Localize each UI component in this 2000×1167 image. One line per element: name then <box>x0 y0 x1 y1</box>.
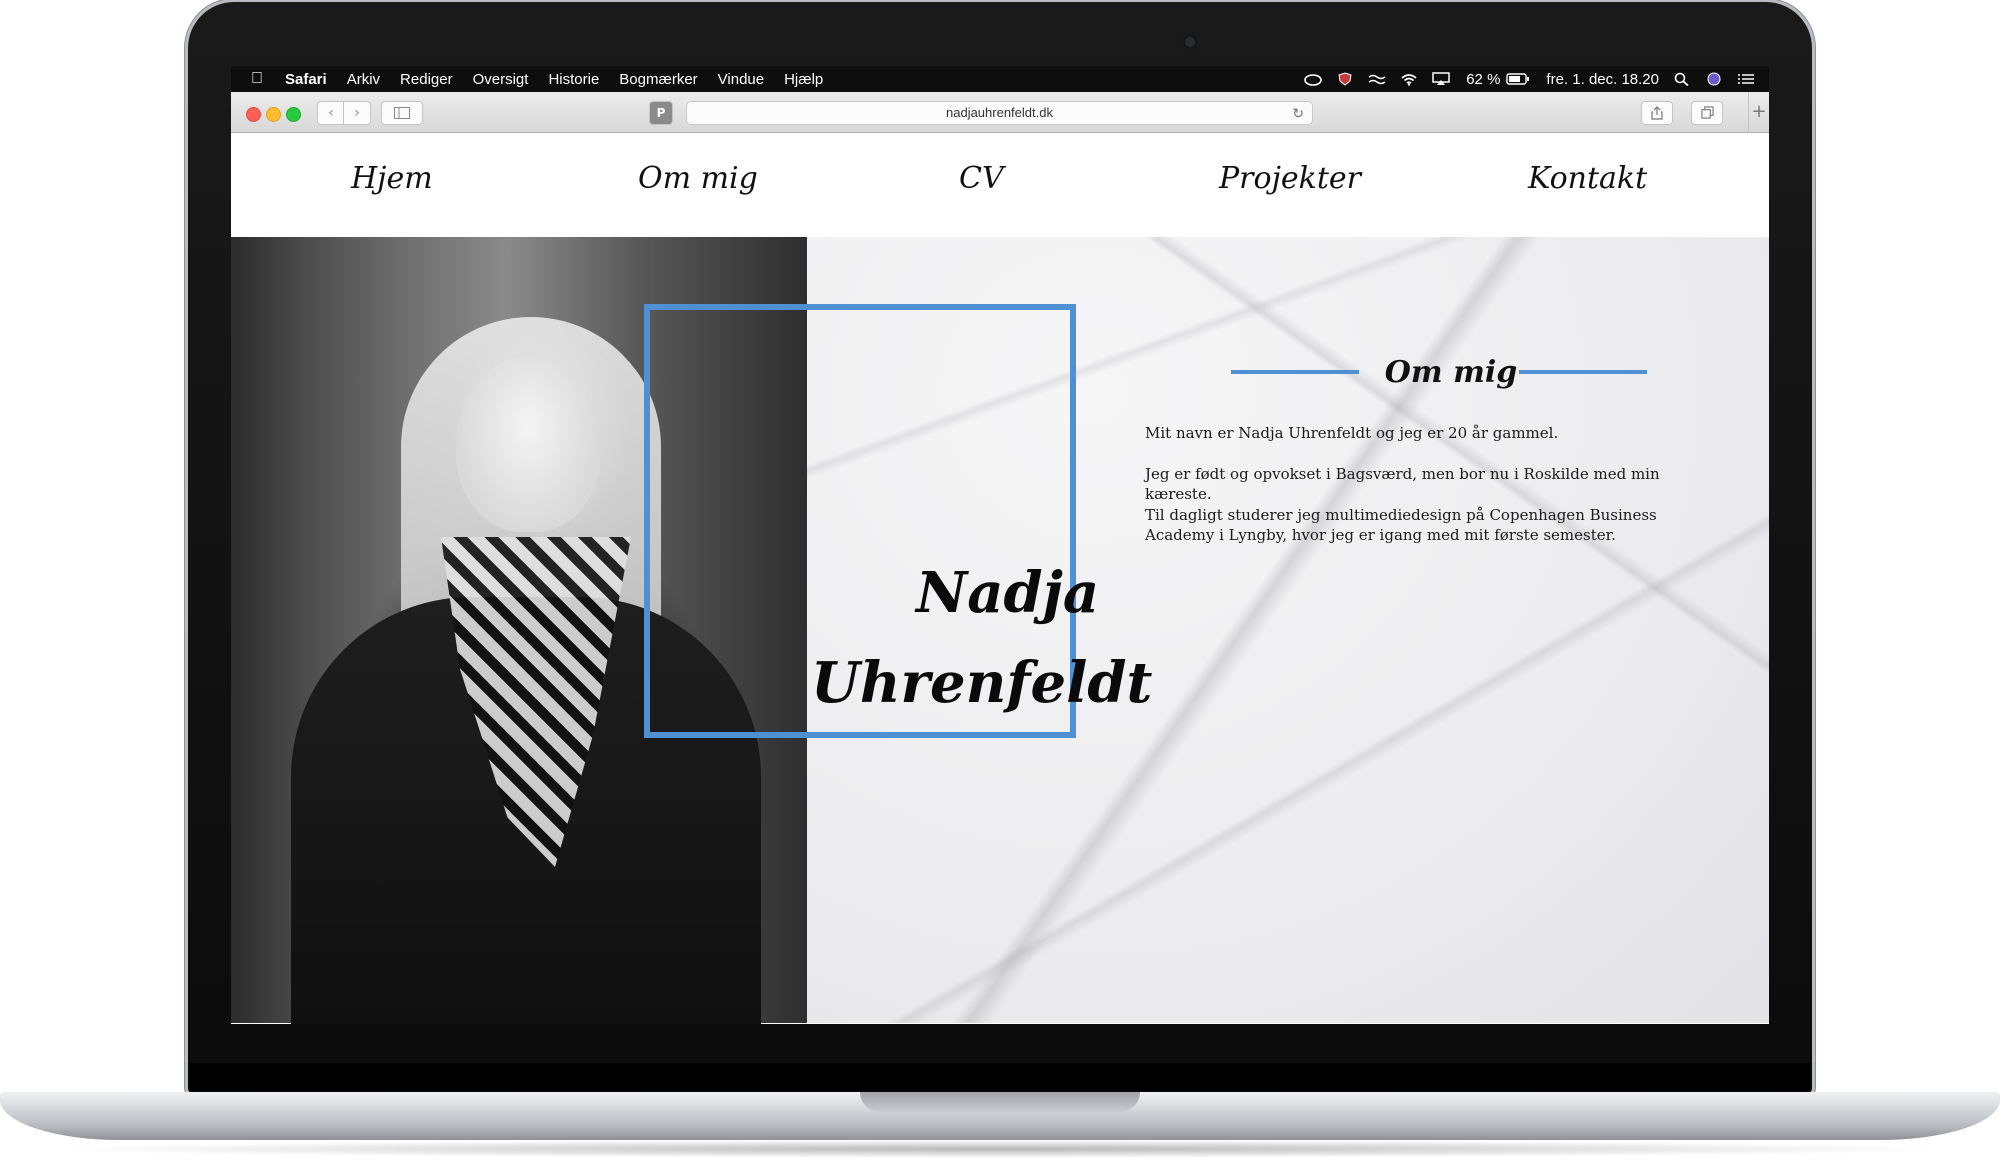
site-nav: Hjem Om mig CV Projekter Kontakt <box>231 133 1769 237</box>
share-icon <box>1651 106 1663 120</box>
battery-icon[interactable] <box>1506 72 1530 86</box>
fullscreen-window-button[interactable] <box>286 107 301 122</box>
about-paragraph: Jeg er født og opvokset i Bagsværd, men … <box>1145 465 1660 503</box>
reader-extension-button[interactable]: P <box>649 101 673 125</box>
menu-item-bogmaerker[interactable]: Bogmærker <box>619 71 697 88</box>
sidebar-toggle-button[interactable] <box>381 101 423 125</box>
cloud-icon[interactable] <box>1304 72 1323 86</box>
back-button[interactable]: ‹ <box>317 101 345 125</box>
menubar-datetime[interactable]: fre. 1. dec. 18.20 <box>1546 71 1659 88</box>
forward-button[interactable]: › <box>343 101 371 125</box>
minimize-window-button[interactable] <box>266 107 281 122</box>
apple-icon[interactable]:  <box>251 70 263 88</box>
menu-app-name[interactable]: Safari <box>285 71 327 88</box>
siri-icon[interactable] <box>1705 72 1723 86</box>
address-bar-url: nadjauhrenfeldt.dk <box>946 105 1053 120</box>
spotlight-search-icon[interactable] <box>1673 72 1691 86</box>
reload-icon[interactable]: ↻ <box>1292 102 1304 124</box>
menu-item-vindue[interactable]: Vindue <box>718 71 764 88</box>
new-tab-button[interactable]: + <box>1748 92 1769 132</box>
nav-item-kontakt[interactable]: Kontakt <box>1528 161 1647 196</box>
menu-item-rediger[interactable]: Rediger <box>400 71 453 88</box>
address-bar[interactable]: nadjauhrenfeldt.dk ↻ <box>686 101 1313 125</box>
website: Hjem Om mig CV Projekter Kontakt Nadja U… <box>231 133 1769 1024</box>
nav-item-om-mig[interactable]: Om mig <box>638 161 758 196</box>
tabs-icon <box>1700 106 1714 119</box>
laptop-screen:  Safari Arkiv Rediger Oversigt Historie… <box>231 66 1769 1024</box>
close-window-button[interactable] <box>246 107 261 122</box>
screen-bezel <box>190 1063 1810 1091</box>
laptop-shadow <box>40 1140 1960 1158</box>
airplay-icon[interactable] <box>1432 72 1450 86</box>
about-section-title: Om mig <box>1384 355 1518 390</box>
share-button[interactable] <box>1641 101 1673 125</box>
menu-item-historie[interactable]: Historie <box>548 71 599 88</box>
camera-icon <box>1182 34 1198 50</box>
tab-overview-button[interactable] <box>1691 101 1723 125</box>
section-title-line-left <box>1231 370 1359 374</box>
menu-item-oversigt[interactable]: Oversigt <box>473 71 529 88</box>
menu-item-hjaelp[interactable]: Hjælp <box>784 71 823 88</box>
notification-center-icon[interactable] <box>1737 72 1755 86</box>
nav-item-cv[interactable]: CV <box>959 161 1004 196</box>
nav-item-projekter[interactable]: Projekter <box>1219 161 1361 196</box>
nav-item-hjem[interactable]: Hjem <box>351 161 433 196</box>
about-paragraph: Mit navn er Nadja Uhrenfeldt og jeg er 2… <box>1145 424 1559 442</box>
battery-percent[interactable]: 62 % <box>1466 71 1500 88</box>
menu-item-arkiv[interactable]: Arkiv <box>347 71 380 88</box>
wave-icon[interactable] <box>1368 72 1386 86</box>
about-paragraph: Til dagligt studerer jeg multimediedesig… <box>1145 506 1657 544</box>
macos-menubar:  Safari Arkiv Rediger Oversigt Historie… <box>231 66 1769 92</box>
hero-first-name: Nadja <box>916 560 1100 626</box>
safari-toolbar: ‹ › P nadjauhrenfeldt.dk ↻ + <box>231 92 1769 133</box>
menubar-status-area: 62 % fre. 1. dec. 18.20 <box>1290 66 1755 92</box>
hero-last-name: Uhrenfeldt <box>811 650 1153 716</box>
wifi-icon[interactable] <box>1400 72 1418 86</box>
sidebar-icon <box>394 107 410 119</box>
laptop-notch <box>860 1092 1140 1112</box>
section-title-line-right <box>1519 370 1647 374</box>
shield-icon[interactable] <box>1336 72 1354 86</box>
